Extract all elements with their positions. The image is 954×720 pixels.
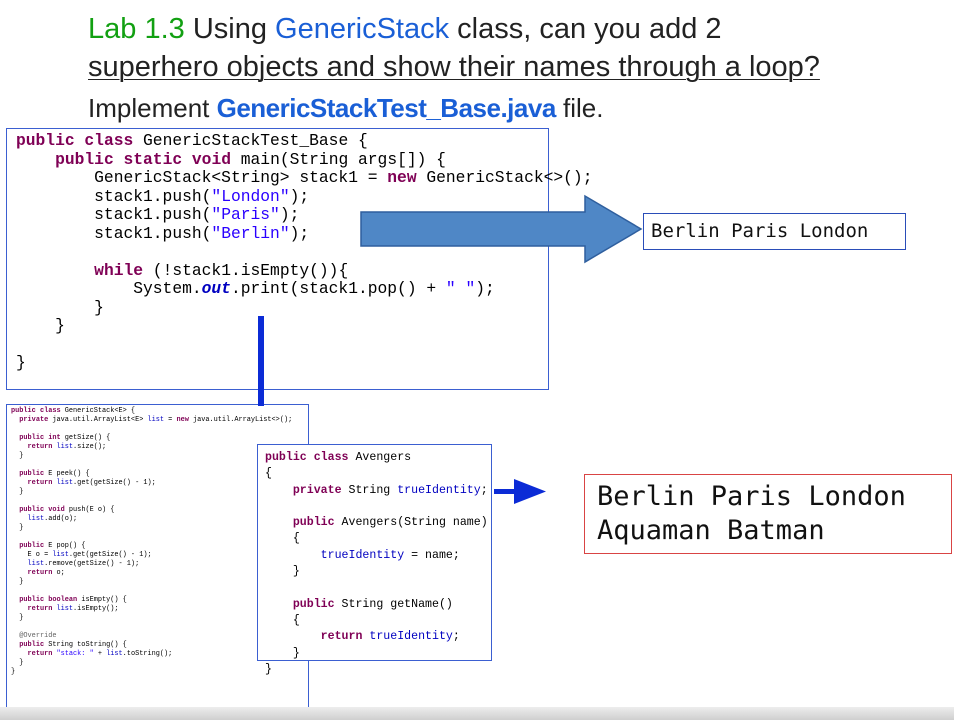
right-arrow-icon: [361, 196, 641, 262]
small-arrow-icon: [514, 479, 546, 504]
bottom-divider: [0, 707, 954, 720]
small-arrow-shaft: [494, 489, 516, 494]
arrows-layer: [0, 0, 954, 720]
connector-line: [258, 316, 264, 406]
